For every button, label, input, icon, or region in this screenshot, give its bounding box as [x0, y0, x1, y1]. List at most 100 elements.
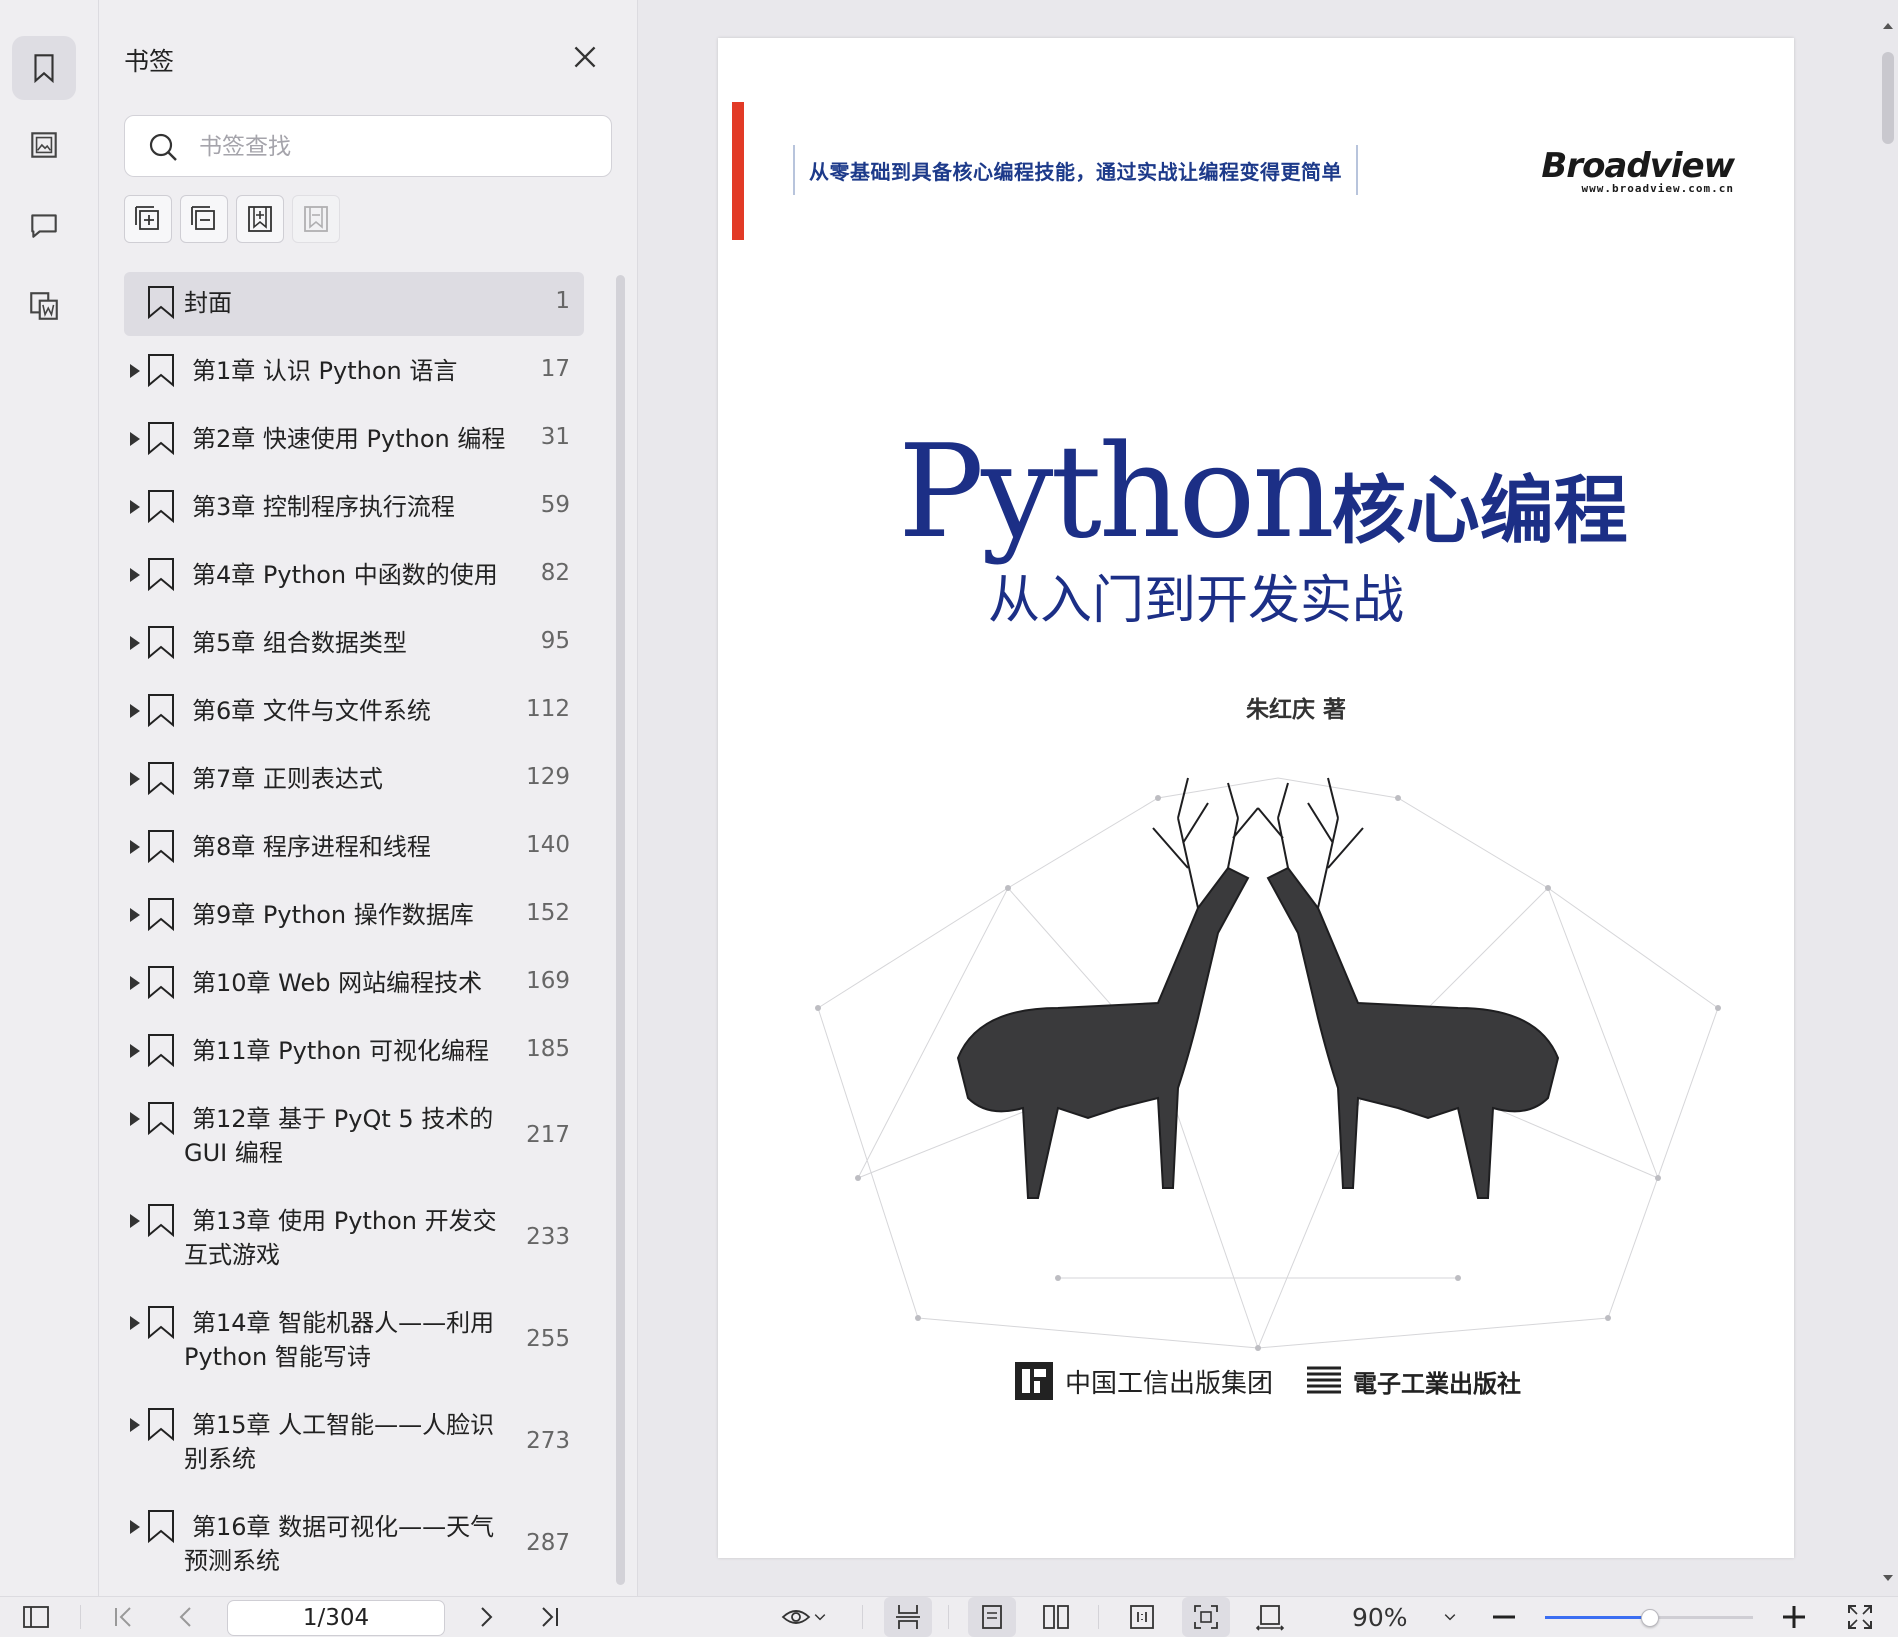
double-page-button[interactable]	[1032, 1597, 1080, 1637]
bookmark-item[interactable]: 第10章 Web 网站编程技术 169	[124, 952, 584, 1020]
expand-arrow-icon[interactable]	[130, 704, 140, 718]
bookmark-page-number: 1	[555, 288, 570, 314]
scroll-down-arrow-icon[interactable]	[1882, 1572, 1894, 1584]
panel-title: 书签	[124, 47, 175, 76]
cover-title-chinese: 核心编程	[1331, 468, 1628, 554]
next-page-button[interactable]	[466, 1597, 506, 1637]
bookmark-icon	[148, 354, 174, 388]
bookmark-item[interactable]: 第11章 Python 可视化编程 185	[124, 1020, 584, 1088]
zoom-level[interactable]: 90%	[1352, 1603, 1408, 1632]
bookmark-icon	[148, 490, 174, 524]
toolbar-separator	[80, 1605, 81, 1629]
chevron-right-icon	[481, 1607, 493, 1627]
page-number-input[interactable]: 1/304	[227, 1600, 445, 1636]
bookmark-page-number: 59	[540, 492, 570, 518]
zoom-slider[interactable]	[1545, 1609, 1753, 1627]
bookmark-tab-button[interactable]	[12, 36, 76, 100]
scroll-up-arrow-icon[interactable]	[1882, 20, 1894, 32]
reading-mode-dropdown[interactable]	[772, 1597, 838, 1637]
bookmark-item[interactable]: 第6章 文件与文件系统 112	[124, 680, 584, 748]
bookmark-panel: 书签 封面 1 第1章 认识 Python 语言 17 第2章 快速使用 Pyt…	[99, 0, 638, 1596]
bookmark-item[interactable]: 第5章 组合数据类型 95	[124, 612, 584, 680]
fit-width-button[interactable]	[1246, 1597, 1294, 1637]
document-scrollbar-thumb[interactable]	[1882, 52, 1894, 144]
expand-arrow-icon[interactable]	[130, 500, 140, 514]
publisher-logo: Broadview www.broadview.com.cn	[1541, 146, 1735, 195]
fullscreen-button[interactable]	[1840, 1597, 1880, 1637]
bookmark-label: 第11章 Python 可视化编程	[192, 1037, 489, 1065]
bookmark-list: 封面 1 第1章 认识 Python 语言 17 第2章 快速使用 Python…	[124, 272, 584, 1598]
bookmark-page-number: 273	[526, 1428, 570, 1454]
bookmark-label: 第15章 人工智能——人脸识别系统	[184, 1411, 495, 1473]
actual-size-button[interactable]	[1118, 1597, 1166, 1637]
expand-arrow-icon[interactable]	[130, 840, 140, 854]
expand-arrow-icon[interactable]	[130, 568, 140, 582]
expand-arrow-icon[interactable]	[130, 976, 140, 990]
bookmark-icon	[148, 898, 174, 932]
publishing-house-icon	[1307, 1366, 1342, 1394]
bookmark-icon	[148, 422, 174, 456]
image-icon	[31, 132, 57, 158]
bookmark-item[interactable]: 封面 1	[124, 272, 584, 336]
remove-bookmark-button[interactable]	[292, 195, 340, 243]
close-icon[interactable]	[568, 40, 602, 74]
bookmark-label: 第13章 使用 Python 开发交互式游戏	[184, 1207, 497, 1269]
minus-icon	[1493, 1615, 1515, 1619]
bookmark-label: 第14章 智能机器人——利用 Python 智能写诗	[184, 1309, 495, 1371]
expand-arrow-icon[interactable]	[130, 1418, 140, 1432]
bookmark-item[interactable]: 第3章 控制程序执行流程 59	[124, 476, 584, 544]
bookmark-item[interactable]: 第15章 人工智能——人脸识别系统 273	[124, 1394, 584, 1496]
bookmark-item[interactable]: 第7章 正则表达式 129	[124, 748, 584, 816]
expand-arrow-icon[interactable]	[130, 432, 140, 446]
toggle-sidebar-button[interactable]	[16, 1597, 56, 1637]
zoom-out-button[interactable]	[1486, 1597, 1522, 1637]
add-bookmark-button[interactable]	[236, 195, 284, 243]
bookmark-label: 第3章 控制程序执行流程	[192, 493, 455, 521]
bookmark-page-number: 255	[526, 1326, 570, 1352]
bookmark-item[interactable]: 第12章 基于 PyQt 5 技术的 GUI 编程 217	[124, 1088, 584, 1190]
bookmark-item[interactable]: 第2章 快速使用 Python 编程 31	[124, 408, 584, 476]
expand-arrow-icon[interactable]	[130, 1520, 140, 1534]
bookmark-item[interactable]: 第9章 Python 操作数据库 152	[124, 884, 584, 952]
bookmark-label: 第16章 数据可视化——天气预测系统	[184, 1513, 495, 1575]
last-page-button[interactable]	[530, 1597, 570, 1637]
pdf-page: 从零基础到具备核心编程技能，通过实战让编程变得更简单 Broadview www…	[718, 38, 1794, 1558]
expand-arrow-icon[interactable]	[130, 772, 140, 786]
first-page-button[interactable]	[103, 1597, 143, 1637]
zoom-slider-handle[interactable]	[1641, 1609, 1659, 1627]
previous-page-button[interactable]	[166, 1597, 206, 1637]
expand-arrow-icon[interactable]	[130, 636, 140, 650]
single-page-icon	[982, 1605, 1002, 1629]
expand-arrow-icon[interactable]	[130, 1316, 140, 1330]
eye-icon	[781, 1610, 811, 1624]
toolbar-separator	[862, 1605, 863, 1629]
zoom-in-button[interactable]	[1776, 1597, 1812, 1637]
thumbnail-tab-button[interactable]	[12, 113, 76, 177]
bookmark-label: 第10章 Web 网站编程技术	[192, 969, 483, 997]
publishing-house-logo: 電子工業出版社	[1303, 1360, 1521, 1402]
comment-tab-button[interactable]	[12, 193, 76, 257]
expand-arrow-icon[interactable]	[130, 1044, 140, 1058]
bookmark-item[interactable]: 第1章 认识 Python 语言 17	[124, 340, 584, 408]
zoom-dropdown-button[interactable]	[1436, 1597, 1464, 1637]
bookmark-icon	[148, 1034, 174, 1068]
single-page-button[interactable]	[968, 1597, 1016, 1637]
bookmark-item[interactable]: 第4章 Python 中函数的使用 82	[124, 544, 584, 612]
bookmark-search-input[interactable]	[197, 126, 601, 168]
bookmark-page-number: 152	[526, 900, 570, 926]
expand-arrow-icon[interactable]	[130, 1214, 140, 1228]
bookmark-item[interactable]: 第14章 智能机器人——利用 Python 智能写诗 255	[124, 1292, 584, 1394]
collapse-all-button[interactable]	[180, 195, 228, 243]
expand-arrow-icon[interactable]	[130, 1112, 140, 1126]
expand-arrow-icon[interactable]	[130, 364, 140, 378]
continuous-scroll-button[interactable]	[884, 1597, 932, 1637]
bookmark-item[interactable]: 第8章 程序进程和线程 140	[124, 816, 584, 884]
fit-page-button[interactable]	[1182, 1597, 1230, 1637]
bookmark-item[interactable]: 第16章 数据可视化——天气预测系统 287	[124, 1496, 584, 1598]
bookmark-page-number: 17	[540, 356, 570, 382]
expand-arrow-icon[interactable]	[130, 908, 140, 922]
bookmark-item[interactable]: 第13章 使用 Python 开发交互式游戏 233	[124, 1190, 584, 1292]
bookmark-panel-scrollbar[interactable]	[616, 275, 625, 1585]
expand-all-button[interactable]	[124, 195, 172, 243]
word-convert-tab-button[interactable]	[12, 274, 76, 338]
